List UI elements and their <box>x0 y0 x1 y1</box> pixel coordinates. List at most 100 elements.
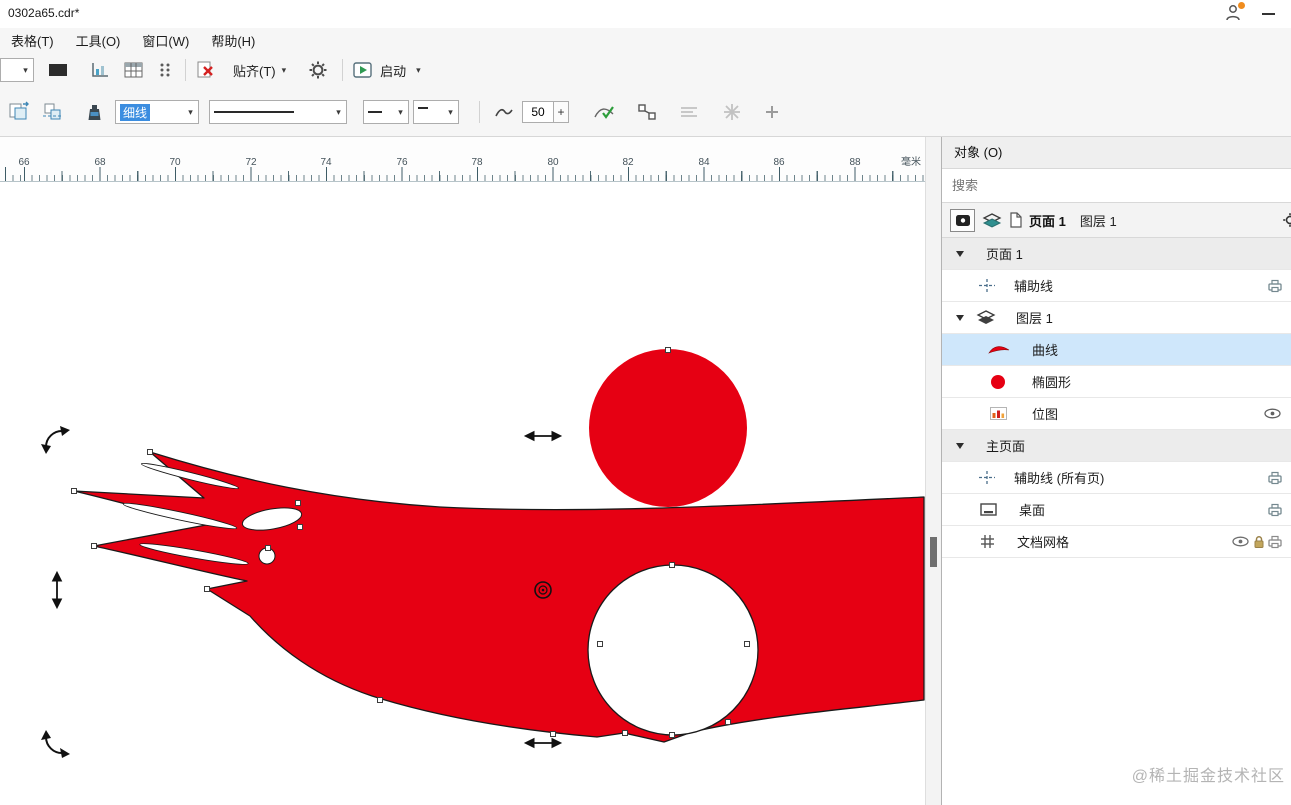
outline-width-combo[interactable]: 细线 ▾ <box>115 100 199 124</box>
visibility-eye-icon[interactable] <box>1232 536 1249 547</box>
printer-icon[interactable] <box>1267 535 1283 549</box>
ellipse-object[interactable] <box>589 349 747 507</box>
snap-to-button[interactable]: 贴齐(T) <box>233 61 276 80</box>
start-arrowhead-combo[interactable]: ▾ <box>363 100 409 124</box>
edit-state-button[interactable] <box>950 209 975 232</box>
caret-down-icon[interactable] <box>956 251 964 257</box>
ruler-number: 70 <box>169 157 180 168</box>
launch-caret-icon[interactable]: ▾ <box>416 66 421 75</box>
end-arrowhead-combo[interactable]: ▾ <box>413 100 459 124</box>
ruler-number: 74 <box>320 157 331 168</box>
dots-options-icon[interactable] <box>157 62 173 78</box>
combo-caret-icon[interactable]: ▾ <box>183 108 198 117</box>
layer-icon <box>976 310 996 325</box>
launch-button[interactable]: 启动 <box>380 61 406 80</box>
tree-item-guidelines[interactable]: 辅助线 <box>942 270 1291 302</box>
page-icon[interactable] <box>1009 212 1022 228</box>
menu-help[interactable]: 帮助(H) <box>200 28 266 53</box>
skew-handle-left[interactable] <box>53 572 62 608</box>
ruler-number: 80 <box>547 157 558 168</box>
breadcrumb-layer[interactable]: 图层 1 <box>1080 211 1117 230</box>
ruler-number: 76 <box>396 157 407 168</box>
printer-icon[interactable] <box>1267 503 1283 517</box>
align-objects-icon[interactable] <box>42 101 64 123</box>
smoothing-input[interactable] <box>522 101 554 123</box>
tree-object-curve[interactable]: 曲线 <box>942 334 1291 366</box>
visibility-eye-icon[interactable] <box>1264 408 1281 419</box>
printer-icon[interactable] <box>1267 471 1283 485</box>
combo-caret-icon[interactable]: ▾ <box>443 108 458 117</box>
lock-icon[interactable] <box>1253 535 1265 549</box>
panel-options-icon[interactable] <box>1282 212 1291 233</box>
tree-item-document-grid[interactable]: 文档网格 <box>942 526 1291 558</box>
breadcrumb-page[interactable]: 页面 1 <box>1029 211 1066 230</box>
tree-label: 位图 <box>1032 404 1058 423</box>
document-title: 0302a65.cdr* <box>8 6 79 20</box>
rotate-handle-bottom-left[interactable] <box>41 730 70 758</box>
skew-handle-top[interactable] <box>525 432 561 441</box>
tree-item-desktop[interactable]: 桌面 <box>942 494 1291 526</box>
tree-group-page1[interactable]: 页面 1 <box>942 238 1291 270</box>
menu-tools[interactable]: 工具(O) <box>65 28 132 53</box>
caret-down-icon[interactable] <box>956 443 964 449</box>
user-account-icon[interactable] <box>1225 4 1243 24</box>
minimize-button[interactable] <box>1262 13 1275 15</box>
curve-thumbnail-icon <box>988 343 1010 356</box>
curve-check-icon[interactable] <box>593 103 615 121</box>
canvas-area: 66 68 70 72 74 76 78 80 82 84 86 88 毫米 <box>0 137 925 805</box>
tree-group-masterpage[interactable]: 主页面 <box>942 430 1291 462</box>
outline-ink-icon[interactable] <box>86 103 103 122</box>
menu-table[interactable]: 表格(T) <box>0 28 65 53</box>
chart-tool-icon[interactable] <box>90 61 110 79</box>
ruler-number: 82 <box>622 157 633 168</box>
options-gear-icon[interactable] <box>308 60 328 80</box>
table-grid-icon[interactable] <box>124 62 143 78</box>
combo-caret-icon[interactable]: ▾ <box>331 108 346 117</box>
toolbar-separator <box>479 101 480 123</box>
ruler-number: 68 <box>94 157 105 168</box>
guidelines-icon <box>978 278 996 293</box>
coreldraw-window: 0302a65.cdr* 表格(T) 工具(O) 窗口(W) 帮助(H) ▾ <box>0 0 1291 805</box>
combo-caret-icon[interactable]: ▾ <box>393 108 408 117</box>
smoothing-increase-button[interactable]: + <box>554 101 569 123</box>
tree-item-guidelines-all-pages[interactable]: 辅助线 (所有页) <box>942 462 1291 494</box>
ellipse-thumbnail-icon <box>990 374 1006 390</box>
export-red-icon[interactable] <box>196 61 215 79</box>
add-toolbar-plus-icon[interactable] <box>765 105 779 119</box>
rotate-handle-top-left[interactable] <box>41 426 70 454</box>
scrollbar-thumb[interactable] <box>930 537 937 567</box>
search-box[interactable] <box>942 169 1291 203</box>
caret-down-icon[interactable] <box>956 315 964 321</box>
ruler-number: 66 <box>18 157 29 168</box>
tree-layer-1[interactable]: 图层 1 <box>942 302 1291 334</box>
border-rectangle-icon[interactable] <box>48 62 68 78</box>
menu-window[interactable]: 窗口(W) <box>131 28 200 53</box>
tree-object-bitmap[interactable]: 位图 <box>942 398 1291 430</box>
smoothing-wave-icon <box>494 104 514 120</box>
launch-app-icon[interactable] <box>353 62 372 78</box>
title-bar: 0302a65.cdr* <box>0 0 1291 28</box>
line-style-combo[interactable]: ▾ <box>209 100 347 124</box>
printer-icon[interactable] <box>1267 279 1283 293</box>
ruler-number: 84 <box>698 157 709 168</box>
layers-icon[interactable] <box>982 213 1002 228</box>
align-guides-icon[interactable] <box>8 101 30 123</box>
reduce-nodes-icon-disabled[interactable] <box>723 103 741 121</box>
main-area: 66 68 70 72 74 76 78 80 82 84 86 88 毫米 <box>0 137 1291 805</box>
vertical-scrollbar[interactable] <box>925 137 941 805</box>
ruler-ticks <box>0 137 925 181</box>
tree-label: 图层 1 <box>1016 308 1053 327</box>
drawing-canvas[interactable] <box>0 183 925 805</box>
horizontal-ruler[interactable]: 66 68 70 72 74 76 78 80 82 84 86 88 毫米 <box>0 137 925 182</box>
tree-object-ellipse[interactable]: 椭圆形 <box>942 366 1291 398</box>
guidelines-icon <box>978 470 996 485</box>
property-bar: 细线 ▾ ▾ ▾ ▾ + <box>0 88 1291 137</box>
ruler-number: 72 <box>245 157 256 168</box>
curve-object[interactable] <box>74 452 924 742</box>
skew-handle-bottom[interactable] <box>525 739 561 748</box>
reverse-direction-icon-disabled[interactable] <box>679 104 699 120</box>
snap-caret-icon[interactable]: ▾ <box>282 66 287 75</box>
node-mapping-icon[interactable] <box>637 103 657 121</box>
search-input[interactable] <box>942 169 1291 202</box>
zoom-combo-partial[interactable]: ▾ <box>0 58 34 82</box>
